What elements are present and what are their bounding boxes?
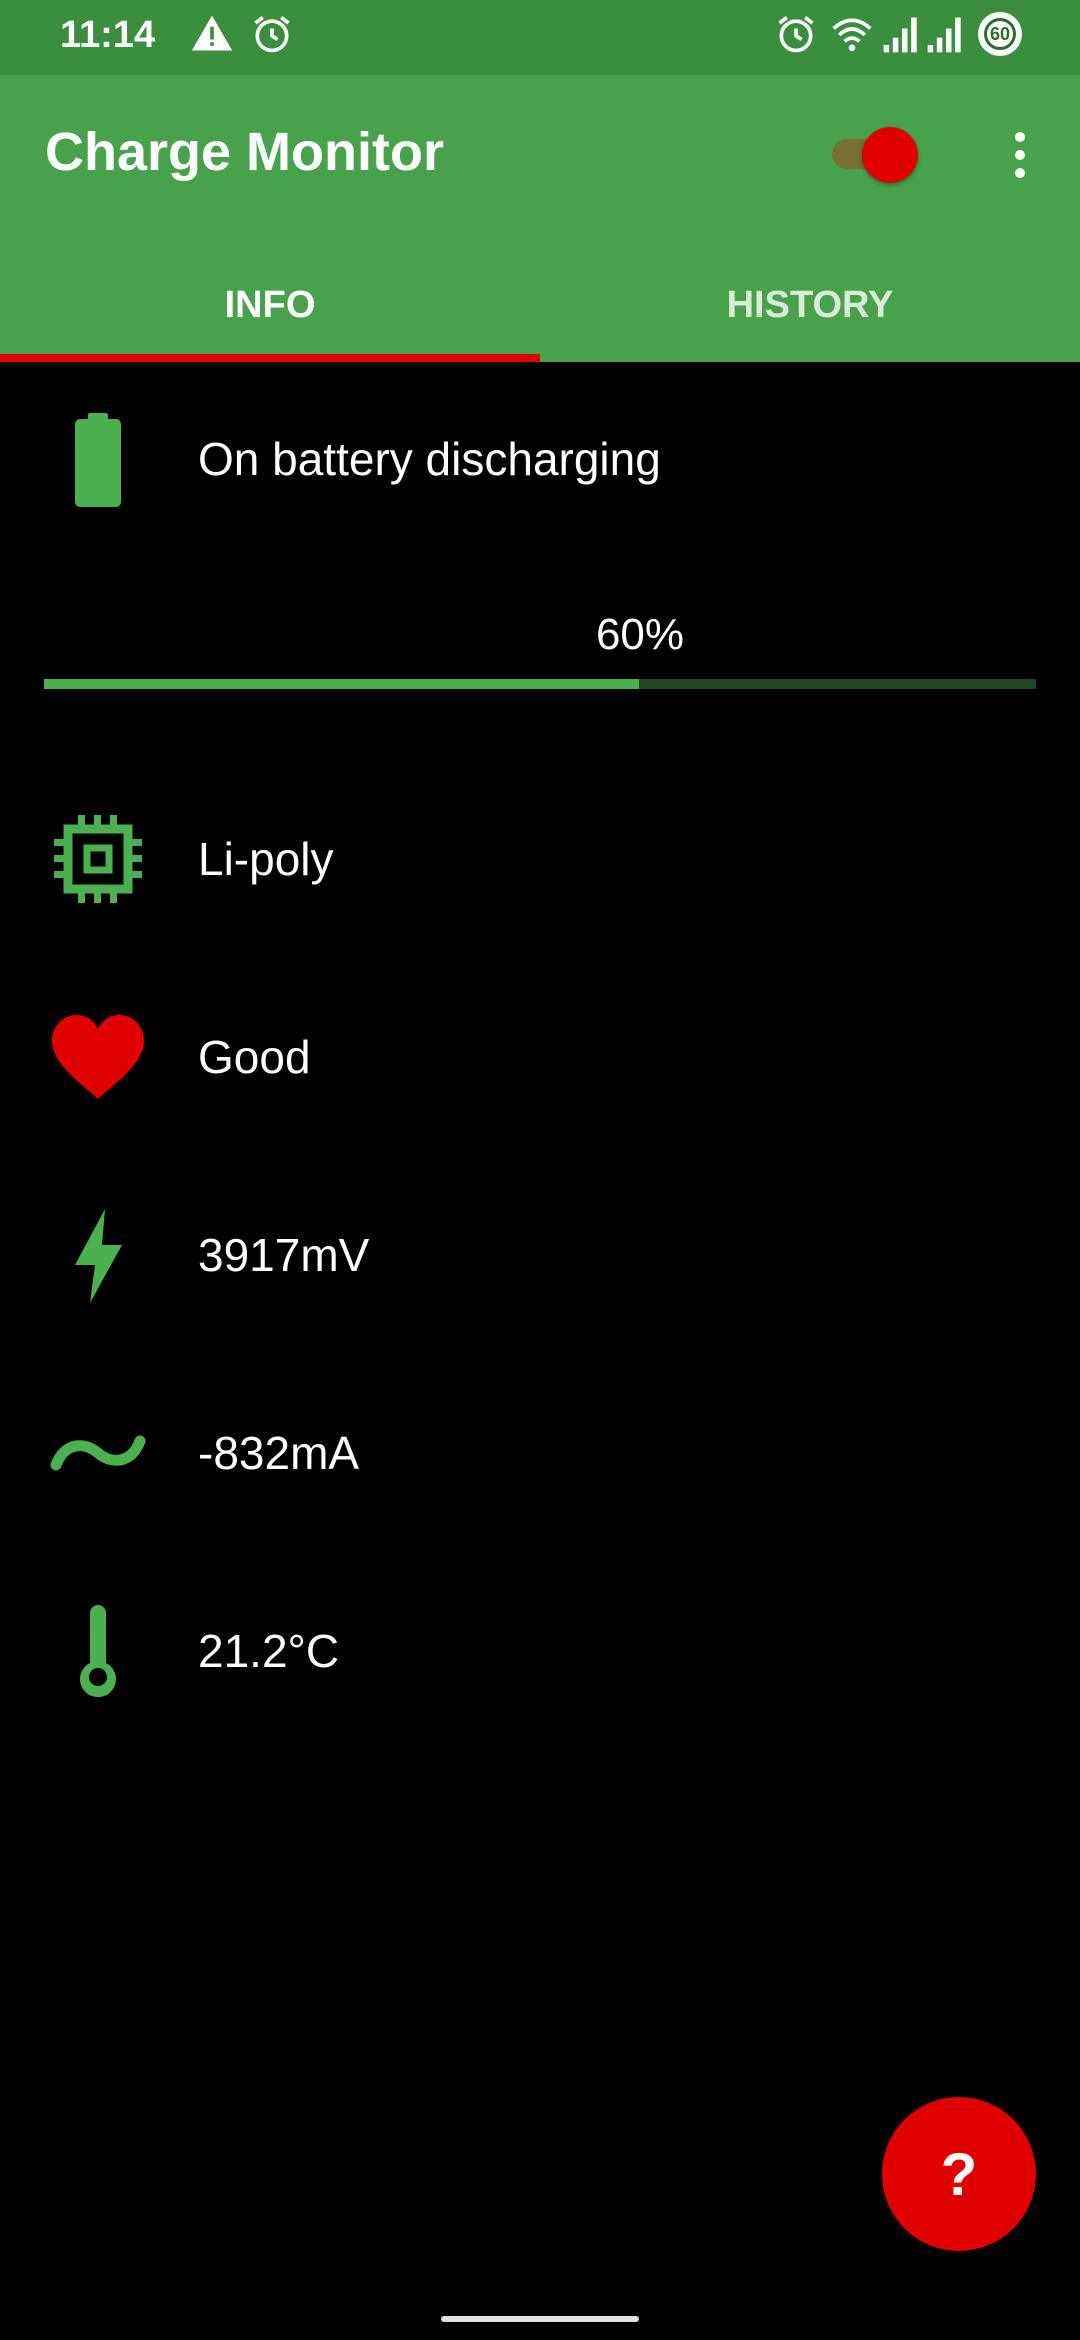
help-button[interactable]: ?: [882, 2097, 1036, 2251]
alarm-icon: [774, 12, 818, 56]
wave-icon: [48, 1403, 148, 1503]
technology-row: Li-poly: [0, 804, 1080, 914]
signal-icon: [924, 12, 968, 56]
voltage-row: 3917mV: [0, 1200, 1080, 1310]
temperature-text: 21.2°C: [198, 1625, 340, 1677]
wifi-icon: [830, 12, 874, 56]
chip-icon: [48, 809, 148, 909]
battery-progress-fill: [44, 679, 640, 689]
thermometer-icon: [48, 1601, 148, 1701]
more-options-icon[interactable]: [1000, 125, 1040, 185]
app-title: Charge Monitor: [45, 122, 444, 182]
status-time: 11:14: [60, 14, 156, 56]
charge-status-text: On battery discharging: [198, 433, 661, 485]
navigation-handle[interactable]: [441, 2316, 639, 2322]
alarm-icon: [250, 12, 294, 56]
current-row: -832mA: [0, 1398, 1080, 1508]
tab-info[interactable]: INFO: [0, 270, 540, 362]
toggle-thumb: [862, 127, 918, 183]
battery-percent-text: 60%: [595, 610, 685, 659]
battery-progress-bar: [44, 679, 1036, 689]
heart-icon: [48, 1007, 148, 1107]
current-text: -832mA: [198, 1427, 360, 1479]
voltage-text: 3917mV: [198, 1229, 370, 1281]
tab-history[interactable]: HISTORY: [540, 270, 1080, 362]
health-row: Good: [0, 1002, 1080, 1112]
warning-icon: [190, 12, 234, 56]
signal-icon: [880, 12, 924, 56]
health-text: Good: [198, 1031, 311, 1083]
technology-text: Li-poly: [198, 833, 334, 885]
charge-status-row: On battery discharging: [0, 406, 1080, 516]
battery-icon: [48, 411, 148, 511]
temperature-row: 21.2°C: [0, 1596, 1080, 1706]
status-bar: 11:14 60: [0, 0, 1080, 75]
battery-level-text: 60: [984, 18, 1016, 50]
monitor-toggle[interactable]: [828, 127, 920, 183]
app-bar: Charge Monitor INFO HISTORY: [0, 75, 1080, 362]
tab-indicator: [0, 354, 540, 362]
lightning-icon: [48, 1205, 148, 1305]
battery-level-icon: 60: [978, 12, 1022, 56]
